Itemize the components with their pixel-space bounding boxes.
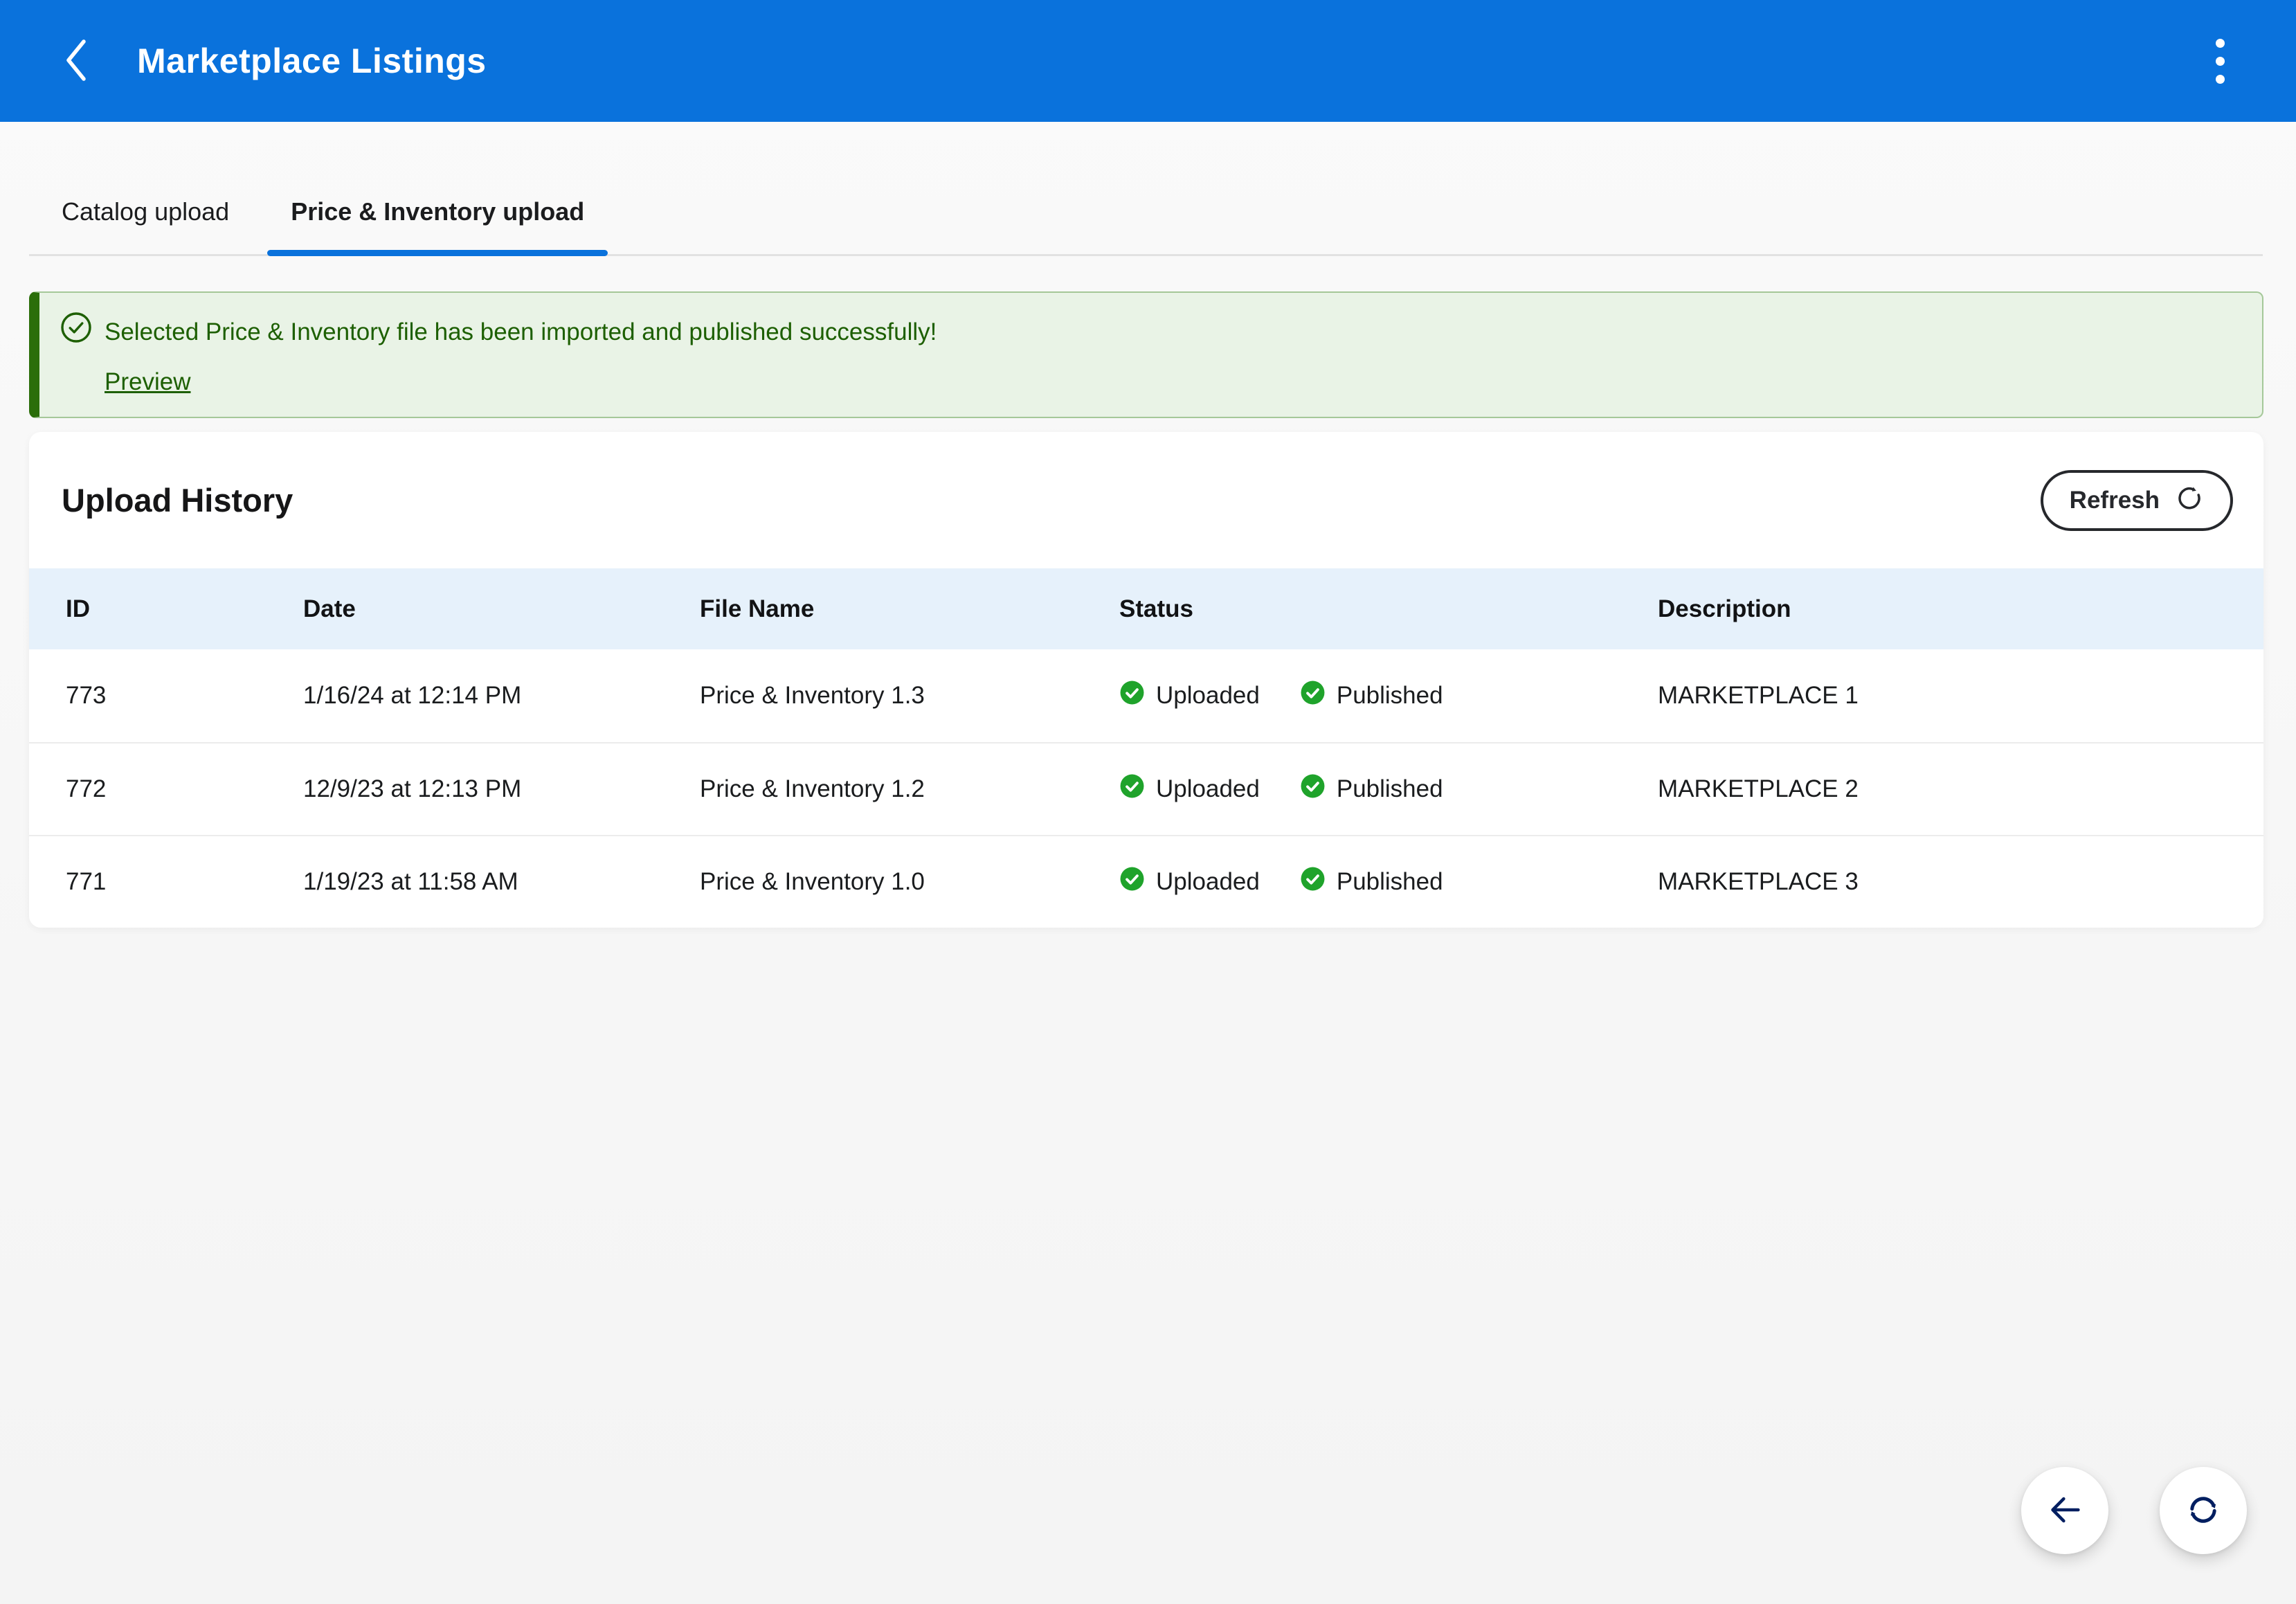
card-header: Upload History Refresh	[29, 432, 2263, 568]
page-title: Marketplace Listings	[137, 41, 487, 81]
alert-message: Selected Price & Inventory file has been…	[105, 316, 937, 349]
cell-description: MARKETPLACE 2	[1658, 775, 2236, 803]
column-header-description: Description	[1658, 595, 2236, 623]
tab-catalog-upload[interactable]: Catalog upload	[38, 197, 253, 254]
upload-history-card: Upload History Refresh ID Date File Name…	[29, 432, 2263, 928]
preview-link[interactable]: Preview	[105, 366, 190, 399]
cell-status: Uploaded Published	[1119, 773, 1658, 805]
column-header-id: ID	[66, 595, 303, 623]
status-label: Published	[1337, 682, 1443, 710]
fab-sync-button[interactable]	[2160, 1467, 2247, 1554]
column-header-date: Date	[303, 595, 700, 623]
status-uploaded-badge: Uploaded	[1119, 680, 1260, 712]
status-label: Uploaded	[1156, 682, 1260, 710]
status-published-badge: Published	[1300, 866, 1443, 898]
check-circle-filled-icon	[1119, 866, 1145, 898]
cell-date: 12/9/23 at 12:13 PM	[303, 775, 700, 803]
status-label: Published	[1337, 868, 1443, 896]
cell-date: 1/16/24 at 12:14 PM	[303, 682, 700, 710]
table-row[interactable]: 773 1/16/24 at 12:14 PM Price & Inventor…	[29, 649, 2263, 742]
success-alert: Selected Price & Inventory file has been…	[29, 291, 2263, 418]
cell-id: 771	[66, 868, 303, 896]
refresh-button-label: Refresh	[2070, 487, 2160, 514]
cell-file-name: Price & Inventory 1.2	[700, 775, 1119, 803]
status-label: Published	[1337, 775, 1443, 803]
check-circle-outline-icon	[60, 311, 93, 353]
status-published-badge: Published	[1300, 773, 1443, 805]
cell-description: MARKETPLACE 1	[1658, 682, 2236, 710]
chevron-left-icon	[62, 38, 90, 84]
column-header-file-name: File Name	[700, 595, 1119, 623]
status-uploaded-badge: Uploaded	[1119, 773, 1260, 805]
tab-bar: Catalog upload Price & Inventory upload	[29, 122, 2263, 256]
kebab-vertical-icon	[2216, 39, 2225, 84]
cell-id: 773	[66, 682, 303, 710]
status-uploaded-badge: Uploaded	[1119, 866, 1260, 898]
check-circle-filled-icon	[1300, 680, 1326, 712]
cell-status: Uploaded Published	[1119, 680, 1658, 712]
cell-status: Uploaded Published	[1119, 866, 1658, 898]
back-button[interactable]	[60, 37, 93, 85]
check-circle-filled-icon	[1300, 773, 1326, 805]
table-header-row: ID Date File Name Status Description	[29, 568, 2263, 649]
cell-file-name: Price & Inventory 1.3	[700, 682, 1119, 710]
refresh-icon	[2175, 483, 2204, 518]
tab-price-inventory-upload[interactable]: Price & Inventory upload	[267, 197, 608, 254]
status-label: Uploaded	[1156, 775, 1260, 803]
cell-description: MARKETPLACE 3	[1658, 868, 2236, 896]
sync-icon	[2182, 1489, 2224, 1533]
status-published-badge: Published	[1300, 680, 1443, 712]
overflow-menu-button[interactable]	[2198, 23, 2242, 99]
fab-back-button[interactable]	[2021, 1467, 2108, 1554]
cell-date: 1/19/23 at 11:58 AM	[303, 868, 700, 896]
check-circle-filled-icon	[1119, 680, 1145, 712]
check-circle-filled-icon	[1119, 773, 1145, 805]
table-row[interactable]: 771 1/19/23 at 11:58 AM Price & Inventor…	[29, 835, 2263, 928]
status-label: Uploaded	[1156, 868, 1260, 896]
refresh-button[interactable]: Refresh	[2041, 470, 2233, 531]
column-header-status: Status	[1119, 595, 1658, 623]
arrow-left-icon	[2045, 1490, 2085, 1532]
card-title: Upload History	[62, 481, 293, 519]
app-bar: Marketplace Listings	[0, 0, 2296, 122]
table-row[interactable]: 772 12/9/23 at 12:13 PM Price & Inventor…	[29, 742, 2263, 835]
check-circle-filled-icon	[1300, 866, 1326, 898]
cell-id: 772	[66, 775, 303, 803]
cell-file-name: Price & Inventory 1.0	[700, 868, 1119, 896]
